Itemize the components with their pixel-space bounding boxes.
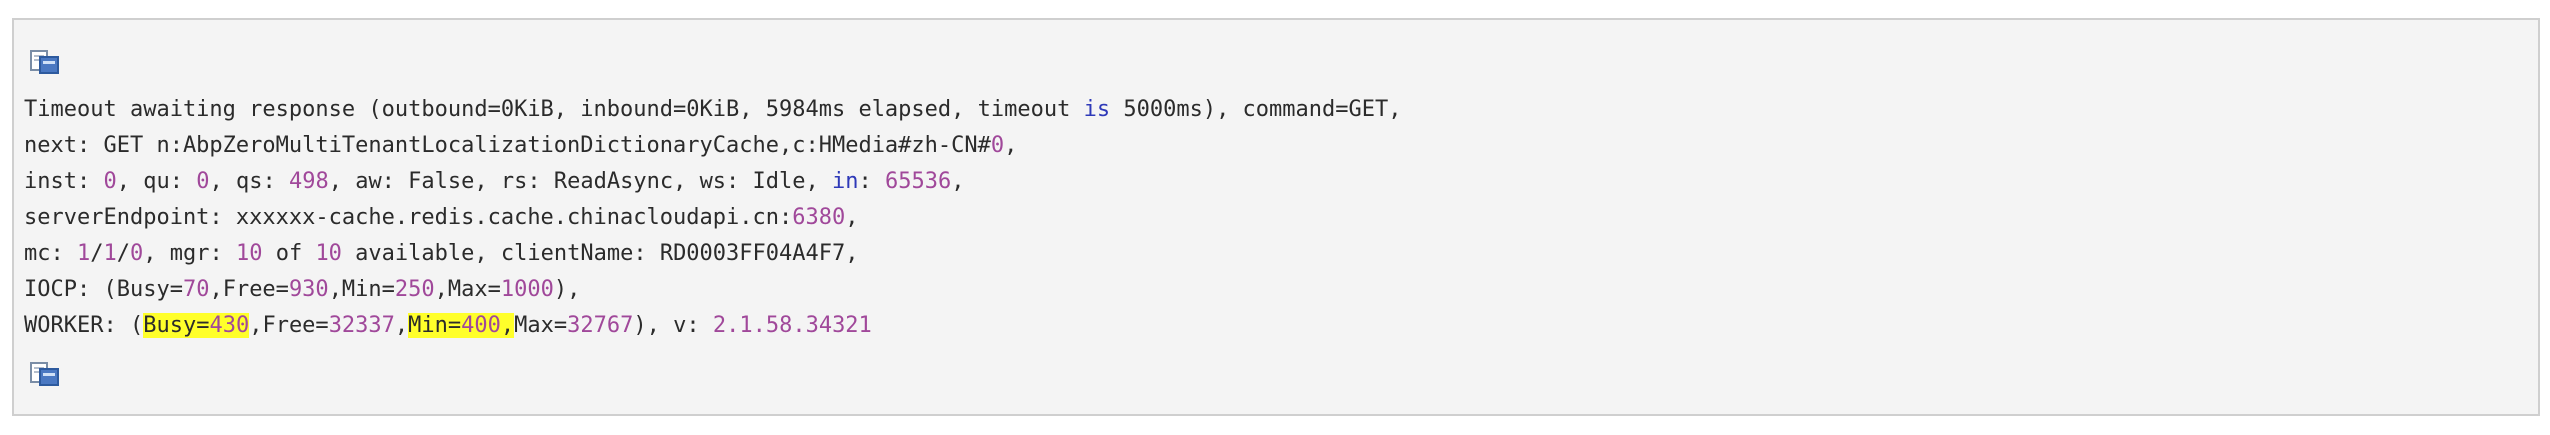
code-line: next: GET n:AbpZeroMultiTenantLocalizati… — [24, 128, 1402, 164]
code-token: 0 — [129, 241, 144, 266]
code-line: WORKER: (Busy=430,Free=32337,Min=400,Max… — [24, 308, 1402, 344]
code-token: in — [832, 169, 859, 194]
code-token: Min= — [408, 313, 462, 338]
copy-icon[interactable] — [28, 360, 62, 388]
copy-icon[interactable] — [28, 48, 62, 76]
code-token: 250 — [394, 277, 435, 302]
code-token: 10 — [315, 241, 342, 266]
code-token: 0 — [990, 133, 1005, 158]
code-token: WORKER: ( — [24, 313, 144, 338]
code-token: ,Free= — [209, 277, 289, 302]
code-token: 0 — [196, 169, 210, 194]
code-token: 2.1.58.34321 — [712, 313, 872, 338]
code-token: 1 — [76, 241, 91, 266]
code-token: ,Min= — [328, 277, 395, 302]
code-text: Timeout awaiting response (outbound=0KiB… — [24, 92, 1402, 344]
code-line: serverEndpoint: xxxxxx-cache.redis.cache… — [24, 200, 1402, 236]
code-token: 32767 — [567, 313, 634, 338]
code-token: IOCP: (Busy= — [24, 277, 183, 302]
code-token: , — [394, 313, 409, 338]
code-token: ,Max= — [434, 277, 501, 302]
code-line: Timeout awaiting response (outbound=0KiB… — [24, 92, 1402, 128]
code-token: 930 — [288, 277, 329, 302]
code-token: , qu: — [116, 169, 197, 194]
code-token: / — [90, 241, 104, 266]
code-token: 5000ms), command=GET, — [1110, 97, 1402, 122]
code-token: ), — [553, 277, 581, 302]
code-token: ), v: — [633, 313, 713, 338]
code-token: 65536 — [885, 169, 952, 194]
code-token: of — [262, 241, 316, 266]
code-token: serverEndpoint: xxxxxx-cache.redis.cache… — [24, 205, 793, 230]
code-token: 1 — [103, 241, 117, 266]
code-token: 6380 — [792, 205, 846, 230]
code-token: , — [845, 205, 859, 230]
code-token: , qs: — [209, 169, 289, 194]
code-token: next: GET n:AbpZeroMultiTenantLocalizati… — [24, 133, 991, 158]
code-token: inst: — [24, 169, 104, 194]
code-token: Max= — [514, 313, 568, 338]
code-token: , — [951, 169, 965, 194]
code-token: / — [116, 241, 130, 266]
code-token: , — [1004, 133, 1018, 158]
code-token: , mgr: — [143, 241, 236, 266]
code-token: Timeout awaiting response (outbound=0KiB… — [24, 97, 1084, 122]
code-token: 400 — [461, 313, 501, 338]
code-token: 10 — [235, 241, 263, 266]
code-token: is — [1083, 97, 1111, 122]
code-token: 32337 — [328, 313, 395, 338]
code-token: 0 — [103, 169, 117, 194]
code-block: Timeout awaiting response (outbound=0KiB… — [12, 18, 2540, 416]
code-token: ,Free= — [249, 313, 329, 338]
code-token: 1000 — [500, 277, 554, 302]
code-token: mc: — [24, 241, 77, 266]
code-line: mc: 1/1/0, mgr: 10 of 10 available, clie… — [24, 236, 1402, 272]
code-token: 430 — [209, 313, 250, 338]
code-line: inst: 0, qu: 0, qs: 498, aw: False, rs: … — [24, 164, 1402, 200]
code-line: IOCP: (Busy=70,Free=930,Min=250,Max=1000… — [24, 272, 1402, 308]
code-token: , aw: False, rs: ReadAsync, ws: Idle, — [328, 169, 833, 194]
code-token: 498 — [288, 169, 329, 194]
code-token: available, clientName: RD0003FF04A4F7, — [341, 241, 859, 266]
code-token: : — [858, 169, 886, 194]
code-token: Busy= — [143, 313, 210, 338]
code-token: , — [500, 313, 515, 338]
code-token: 70 — [182, 277, 210, 302]
